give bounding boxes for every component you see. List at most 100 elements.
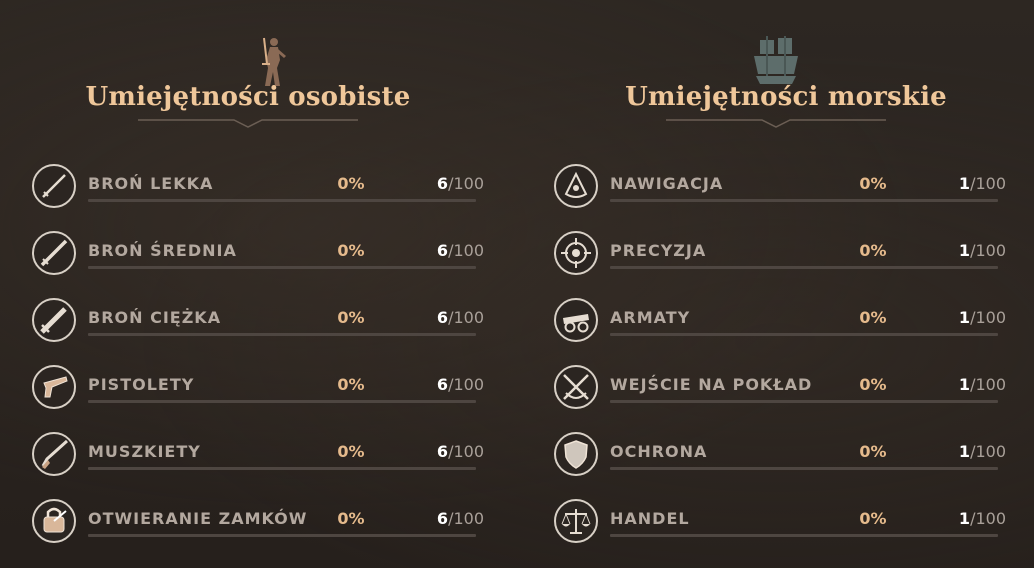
skill-percent: 0%: [337, 241, 365, 260]
skill-name: ARMATY: [610, 308, 691, 327]
pistol-icon: [32, 365, 76, 409]
skill-level-max: /100: [970, 509, 1006, 528]
skill-name: OCHRONA: [610, 442, 708, 461]
skill-progress-bar: [88, 400, 476, 403]
personal-skills-panel: Umiejętności osobiste BROŃ LEKKA 0% 6/10…: [18, 0, 518, 568]
skill-level: 6/100: [437, 241, 484, 260]
swordsman-icon: [262, 37, 286, 86]
skill-level: 1/100: [959, 442, 1006, 461]
skill-percent: 0%: [859, 375, 887, 394]
scales-icon: [554, 499, 598, 543]
skill-progress-bar: [610, 199, 998, 202]
skill-level-max: /100: [448, 241, 484, 260]
skill-percent: 0%: [859, 241, 887, 260]
skill-level-current: 1: [958, 241, 971, 260]
light-sword-icon: [32, 164, 76, 208]
skill-name: BROŃ LEKKA: [88, 174, 214, 193]
skill-row[interactable]: MUSZKIETY 0% 6/100: [30, 430, 494, 482]
skill-percent: 0%: [337, 375, 365, 394]
skill-percent: 0%: [337, 174, 365, 193]
skill-name: BROŃ CIĘŻKA: [88, 308, 222, 327]
sextant-icon: [554, 164, 598, 208]
skill-name: WEJŚCIE NA POKŁAD: [610, 375, 813, 394]
skill-percent: 0%: [859, 509, 887, 528]
skill-row[interactable]: PISTOLETY 0% 6/100: [30, 363, 494, 415]
skill-level: 6/100: [437, 174, 484, 193]
skill-row[interactable]: PRECYZJA 0% 1/100: [552, 229, 1016, 281]
skill-level-current: 1: [958, 308, 971, 327]
skill-level: 1/100: [959, 308, 1006, 327]
title-divider: [666, 119, 886, 128]
skill-row[interactable]: BROŃ ŚREDNIA 0% 6/100: [30, 229, 494, 281]
skill-level-current: 1: [958, 174, 971, 193]
skill-level: 1/100: [959, 375, 1006, 394]
skill-level-max: /100: [970, 241, 1006, 260]
lockpick-icon: [32, 499, 76, 543]
skill-level-max: /100: [448, 308, 484, 327]
shield-icon: [554, 432, 598, 476]
skill-level-max: /100: [448, 375, 484, 394]
skill-name: MUSZKIETY: [88, 442, 201, 461]
skill-level: 1/100: [959, 241, 1006, 260]
skill-name: PISTOLETY: [88, 375, 195, 394]
skill-level-max: /100: [970, 442, 1006, 461]
skill-row[interactable]: NAWIGACJA 0% 1/100: [552, 162, 1016, 214]
skill-level-current: 6: [436, 509, 449, 528]
title-divider: [138, 119, 358, 128]
heavy-sword-icon: [32, 298, 76, 342]
skill-level-current: 1: [958, 442, 971, 461]
skill-progress-bar: [88, 199, 476, 202]
skill-level-current: 6: [436, 241, 449, 260]
skill-level-current: 6: [436, 442, 449, 461]
skill-level-max: /100: [970, 308, 1006, 327]
skill-level-max: /100: [448, 442, 484, 461]
skill-name: OTWIERANIE ZAMKÓW: [88, 509, 308, 528]
skill-progress-bar: [610, 534, 998, 537]
skill-progress-bar: [88, 534, 476, 537]
skill-row[interactable]: ARMATY 0% 1/100: [552, 296, 1016, 348]
skill-level: 6/100: [437, 442, 484, 461]
skill-level-current: 1: [958, 375, 971, 394]
skill-progress-bar: [610, 467, 998, 470]
skill-level: 1/100: [959, 174, 1006, 193]
skill-level-max: /100: [970, 375, 1006, 394]
boarding-icon: [554, 365, 598, 409]
skill-row[interactable]: OTWIERANIE ZAMKÓW 0% 6/100: [30, 497, 494, 549]
crosshair-icon: [554, 231, 598, 275]
skill-row[interactable]: OCHRONA 0% 1/100: [552, 430, 1016, 482]
skill-progress-bar: [88, 333, 476, 336]
skill-level-max: /100: [448, 174, 484, 193]
skill-percent: 0%: [859, 442, 887, 461]
skill-percent: 0%: [337, 509, 365, 528]
skill-level-max: /100: [448, 509, 484, 528]
skill-name: BROŃ ŚREDNIA: [88, 241, 237, 260]
skill-row[interactable]: BROŃ LEKKA 0% 6/100: [30, 162, 494, 214]
skill-level-current: 6: [436, 375, 449, 394]
skill-row[interactable]: WEJŚCIE NA POKŁAD 0% 1/100: [552, 363, 1016, 415]
personal-skills-title: Umiejętności osobiste: [85, 82, 411, 112]
skill-name: NAWIGACJA: [610, 174, 724, 193]
skill-level: 6/100: [437, 375, 484, 394]
skill-name: HANDEL: [610, 509, 690, 528]
skill-level-current: 1: [958, 509, 971, 528]
skill-level-current: 6: [436, 174, 449, 193]
skill-percent: 0%: [859, 308, 887, 327]
skill-level: 1/100: [959, 509, 1006, 528]
musket-icon: [32, 432, 76, 476]
skill-level: 6/100: [437, 308, 484, 327]
ship-icon: [754, 36, 798, 84]
skill-level-current: 6: [436, 308, 449, 327]
skill-percent: 0%: [337, 308, 365, 327]
naval-skills-title: Umiejętności morskie: [625, 82, 947, 112]
medium-sword-icon: [32, 231, 76, 275]
skill-progress-bar: [610, 400, 998, 403]
skill-name: PRECYZJA: [610, 241, 707, 260]
skill-percent: 0%: [337, 442, 365, 461]
skill-progress-bar: [88, 266, 476, 269]
skill-progress-bar: [88, 467, 476, 470]
naval-skills-panel: Umiejętności morskie NAWIGACJA 0% 1/100 …: [540, 0, 1034, 568]
skill-level: 6/100: [437, 509, 484, 528]
skill-row[interactable]: BROŃ CIĘŻKA 0% 6/100: [30, 296, 494, 348]
skill-progress-bar: [610, 333, 998, 336]
skill-row[interactable]: HANDEL 0% 1/100: [552, 497, 1016, 549]
